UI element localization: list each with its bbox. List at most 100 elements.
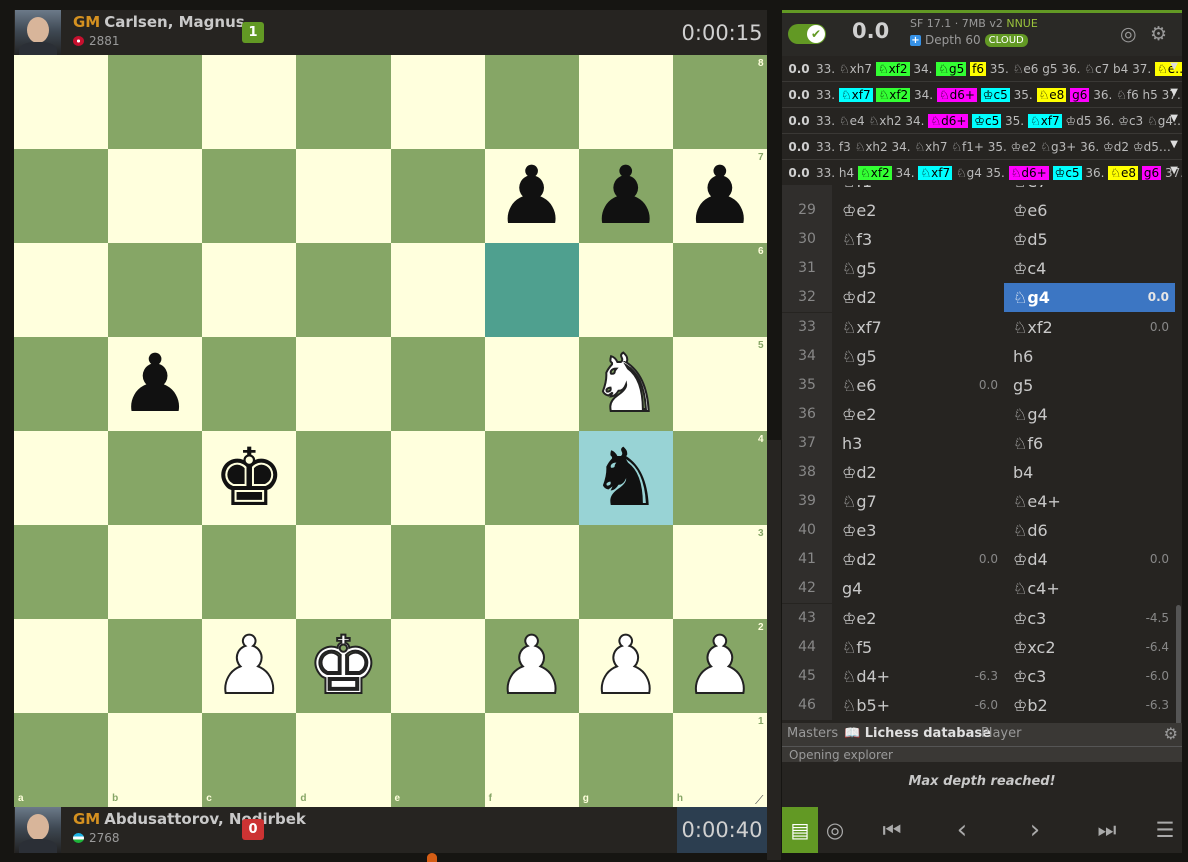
white-pawn-f2[interactable]: ♟ <box>485 619 579 713</box>
notification-icon[interactable] <box>427 853 437 862</box>
white-move[interactable]: ♔d2 <box>833 458 1004 487</box>
white-king-d2[interactable]: ♚ <box>296 619 390 713</box>
square-b4[interactable] <box>108 431 203 525</box>
tab-masters[interactable]: Masters <box>787 726 838 741</box>
square-d4[interactable] <box>296 431 391 525</box>
book-icon[interactable]: ▤ <box>782 807 818 853</box>
square-d8[interactable] <box>296 55 391 149</box>
white-move[interactable]: ♘xf7 <box>833 313 1004 342</box>
player-name-bottom[interactable]: GM Abdusattorov, Nodirbek <box>73 810 306 828</box>
white-move[interactable]: ♔e2 <box>833 196 1004 225</box>
white-move[interactable]: ♔e2 <box>833 604 1004 633</box>
white-move[interactable]: h3 <box>833 429 1004 458</box>
square-e2[interactable] <box>390 619 485 713</box>
black-move[interactable]: ♘d6 <box>1004 516 1175 545</box>
square-a2[interactable] <box>14 619 109 713</box>
square-c6[interactable] <box>202 243 297 337</box>
black-move[interactable]: ♔b2 -6.3 <box>1004 691 1175 720</box>
square-f1[interactable] <box>484 713 579 807</box>
white-move[interactable]: ♔d2 0.0 <box>833 545 1004 574</box>
practice-icon[interactable]: ◎ <box>820 807 850 853</box>
square-h1[interactable] <box>672 713 767 807</box>
line-moves[interactable]: 33. ♘e4 ♘xh2 34. ♘d6+ ♔c5 35. ♘xf7 ♔d5 3… <box>816 113 1182 128</box>
square-e5[interactable] <box>390 337 485 431</box>
next-move-icon[interactable]: › <box>1015 807 1055 853</box>
expand-arrow-icon[interactable]: ▼ <box>1170 139 1178 150</box>
first-move-icon[interactable]: ⏮ <box>872 807 912 853</box>
square-b7[interactable] <box>108 149 203 243</box>
square-g1[interactable] <box>578 713 673 807</box>
avatar[interactable] <box>15 807 61 853</box>
square-c1[interactable] <box>202 713 297 807</box>
engine-line[interactable]: 0.0 33. ♘e4 ♘xh2 34. ♘d6+ ♔c5 35. ♘xf7 ♔d… <box>782 108 1182 134</box>
plus-icon[interactable]: + <box>910 34 921 46</box>
black-pawn-h7[interactable]: ♟ <box>673 149 767 243</box>
black-move[interactable]: ♔d4 0.0 <box>1004 545 1175 574</box>
black-move[interactable]: b4 <box>1004 458 1175 487</box>
square-d1[interactable] <box>296 713 391 807</box>
black-move[interactable]: ♔c3 -6.0 <box>1004 662 1175 691</box>
scrollbar[interactable] <box>1176 605 1181 723</box>
square-b6[interactable] <box>108 243 203 337</box>
square-a5[interactable] <box>14 337 109 431</box>
square-c7[interactable] <box>202 149 297 243</box>
square-f8[interactable] <box>484 55 579 149</box>
square-a6[interactable] <box>14 243 109 337</box>
black-pawn-b5[interactable]: ♟ <box>108 337 202 431</box>
white-pawn-c2[interactable]: ♟ <box>202 619 296 713</box>
square-h8[interactable] <box>672 55 767 149</box>
square-f3[interactable] <box>484 525 579 619</box>
black-move[interactable]: ♔c4 <box>1004 254 1175 283</box>
engine-line[interactable]: 0.0 33. ♘xf7 ♘xf2 34. ♘d6+ ♔c5 35. ♘e8 g6… <box>782 82 1182 108</box>
expand-arrow-icon[interactable]: ▼ <box>1170 165 1178 176</box>
line-moves[interactable]: 33. ♘xf7 ♘xf2 34. ♘d6+ ♔c5 35. ♘e8 g6 36… <box>816 87 1182 102</box>
square-a4[interactable] <box>14 431 109 525</box>
white-move[interactable]: ♔f1 <box>833 185 1004 196</box>
square-g3[interactable] <box>578 525 673 619</box>
black-king-c4[interactable]: ♚ <box>202 431 296 525</box>
white-move[interactable]: ♔d2 <box>833 283 1004 312</box>
black-move[interactable]: h6 <box>1004 342 1175 371</box>
gear-icon[interactable]: ⚙ <box>1164 724 1178 743</box>
square-d5[interactable] <box>296 337 391 431</box>
white-move[interactable]: ♔e2 <box>833 400 1004 429</box>
black-move[interactable]: ♘f6 <box>1004 429 1175 458</box>
resize-handle-icon[interactable]: ⟋ <box>755 793 763 808</box>
white-move[interactable]: ♔e3 <box>833 516 1004 545</box>
expand-arrow-icon[interactable]: ▼ <box>1170 87 1178 98</box>
chess-board[interactable]: 8 7 6 5 4 3 2 a b c d e f g 1 h ♟ ♟ ♟ ♟ ♞ ♚ ♞ ♟ ♚ ♟ ♟ ♟ <box>14 55 767 807</box>
gear-icon[interactable]: ⚙ <box>1150 23 1167 45</box>
target-icon[interactable]: ◎ <box>1120 23 1137 45</box>
square-a8[interactable] <box>14 55 109 149</box>
black-move[interactable]: ♔d5 <box>1004 225 1175 254</box>
black-move[interactable]: ♘g4 <box>1004 400 1175 429</box>
white-move[interactable]: ♘d4+ -6.3 <box>833 662 1004 691</box>
black-move[interactable]: ♔c3 -4.5 <box>1004 604 1175 633</box>
white-move[interactable]: ♘g5 <box>833 254 1004 283</box>
white-move[interactable]: g4 <box>833 574 1004 603</box>
square-g8[interactable] <box>578 55 673 149</box>
square-c3[interactable] <box>202 525 297 619</box>
white-knight-g5[interactable]: ♞ <box>579 337 673 431</box>
square-f4[interactable] <box>484 431 579 525</box>
black-pawn-f7[interactable]: ♟ <box>485 149 579 243</box>
square-e4[interactable] <box>390 431 485 525</box>
expand-arrow-icon[interactable]: ▼ <box>1170 113 1178 124</box>
white-pawn-g2[interactable]: ♟ <box>579 619 673 713</box>
square-e8[interactable] <box>390 55 485 149</box>
menu-icon[interactable]: ☰ <box>1150 807 1180 853</box>
tab-player[interactable]: Player <box>981 726 1021 741</box>
white-pawn-h2[interactable]: ♟ <box>673 619 767 713</box>
white-move[interactable]: ♘f5 <box>833 633 1004 662</box>
black-move[interactable]: ♘xf2 0.0 <box>1004 313 1175 342</box>
square-c8[interactable] <box>202 55 297 149</box>
player-name-top[interactable]: GM Carlsen, Magnus <box>73 13 245 31</box>
black-pawn-g7[interactable]: ♟ <box>579 149 673 243</box>
square-d7[interactable] <box>296 149 391 243</box>
black-move[interactable]: ♘c4+ <box>1004 574 1175 603</box>
square-b2[interactable] <box>108 619 203 713</box>
square-c5[interactable] <box>202 337 297 431</box>
square-e1[interactable] <box>390 713 485 807</box>
black-move[interactable]: ♔xc2 -6.4 <box>1004 633 1175 662</box>
black-move[interactable]: ♘e4+ <box>1004 487 1175 516</box>
